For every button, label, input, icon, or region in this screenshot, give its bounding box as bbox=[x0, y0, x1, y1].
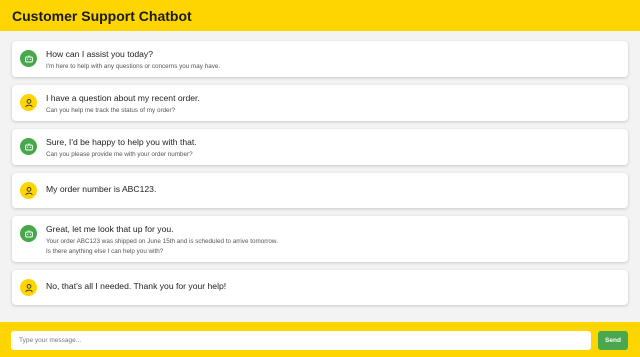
send-button[interactable]: Send bbox=[598, 331, 628, 350]
message-text: I have a question about my recent order.… bbox=[46, 91, 200, 115]
message-subtext: Can you help me track the status of my o… bbox=[46, 107, 176, 114]
message-title: My order number is ABC123. bbox=[46, 184, 157, 194]
message-subtext: Your order ABC123 was shipped on June 15… bbox=[46, 238, 278, 245]
message-user: I have a question about my recent order.… bbox=[12, 85, 628, 121]
message-title: I have a question about my recent order. bbox=[46, 93, 200, 103]
message-bot: How can I assist you today? I'm here to … bbox=[12, 41, 628, 77]
app-header: Customer Support Chatbot bbox=[0, 0, 640, 31]
message-bot: Sure, I'd be happy to help you with that… bbox=[12, 129, 628, 165]
message-title: No, that's all I needed. Thank you for y… bbox=[46, 281, 227, 291]
message-title: Sure, I'd be happy to help you with that… bbox=[46, 137, 197, 147]
message-title: How can I assist you today? bbox=[46, 49, 153, 59]
message-text: No, that's all I needed. Thank you for y… bbox=[46, 279, 226, 292]
message-text: My order number is ABC123. bbox=[46, 182, 156, 195]
message-bot: Great, let me look that up for you. Your… bbox=[12, 216, 628, 262]
page-title: Customer Support Chatbot bbox=[12, 7, 192, 24]
bot-icon bbox=[20, 225, 37, 242]
composer-bar: Send bbox=[0, 322, 640, 357]
message-list: How can I assist you today? I'm here to … bbox=[12, 41, 628, 313]
bot-icon bbox=[20, 50, 37, 67]
message-subtext: Is there anything else I can help you wi… bbox=[46, 248, 164, 255]
message-text: Sure, I'd be happy to help you with that… bbox=[46, 135, 197, 159]
message-user: No, that's all I needed. Thank you for y… bbox=[12, 270, 628, 305]
user-icon bbox=[20, 182, 37, 199]
user-icon bbox=[20, 94, 37, 111]
message-title: Great, let me look that up for you. bbox=[46, 224, 174, 234]
bot-icon bbox=[20, 138, 37, 155]
message-user: My order number is ABC123. bbox=[12, 173, 628, 208]
user-icon bbox=[20, 279, 37, 296]
message-input[interactable] bbox=[11, 331, 591, 350]
message-text: How can I assist you today? I'm here to … bbox=[46, 47, 220, 71]
message-subtext: I'm here to help with any questions or c… bbox=[46, 63, 221, 70]
message-subtext: Can you please provide me with your orde… bbox=[46, 151, 193, 158]
message-text: Great, let me look that up for you. Your… bbox=[46, 222, 278, 256]
